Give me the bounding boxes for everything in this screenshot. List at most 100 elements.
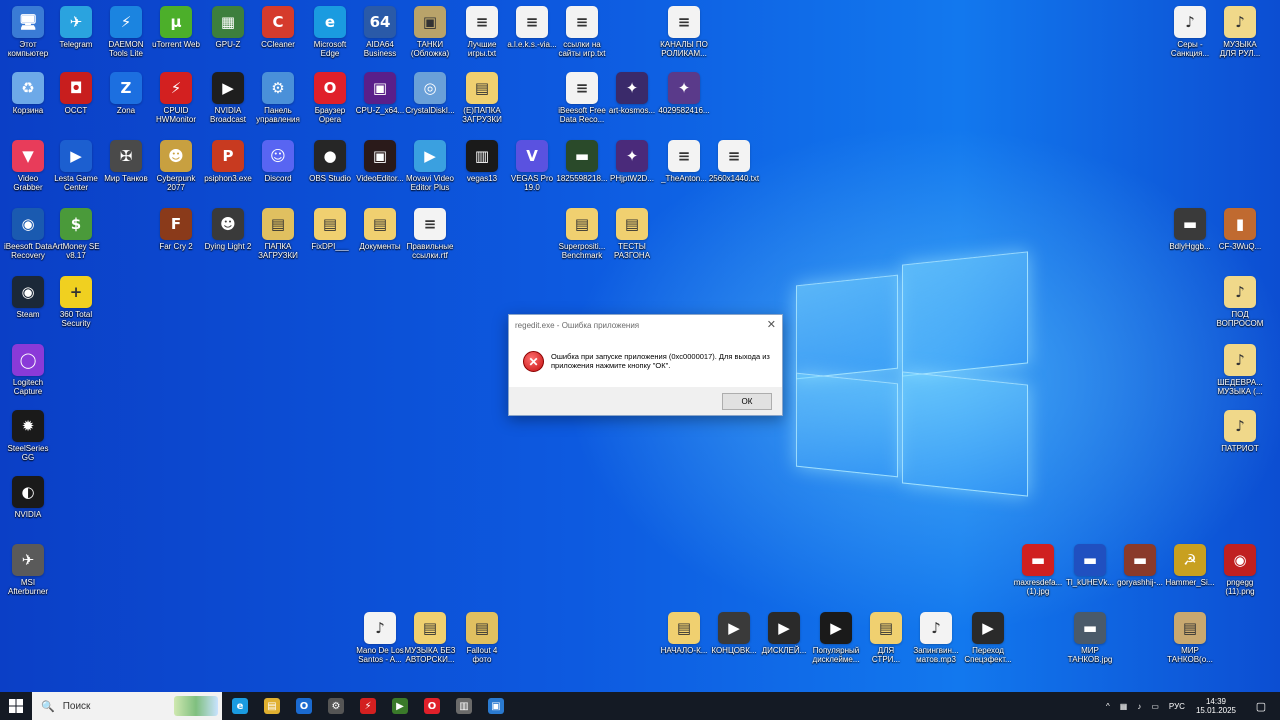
desktop-icon-superposition[interactable]: ▤ Superpositi... Benchmark — [554, 208, 610, 260]
taskbar-app-settings[interactable]: ⚙ — [320, 692, 352, 720]
taskbar-search-box[interactable]: 🔍 Поиск — [32, 692, 222, 720]
desktop-icon-ibeesoft-free[interactable]: ≡ iBeesoft Free Data Reco... — [554, 72, 610, 124]
taskbar-clock[interactable]: 14:39 15.01.2025 — [1190, 697, 1242, 715]
taskbar-app-printer[interactable]: ▥ — [448, 692, 480, 720]
taskbar-app-opera[interactable]: O — [416, 692, 448, 720]
desktop-icon-opera[interactable]: O Браузер Opera — [302, 72, 358, 124]
start-button[interactable] — [0, 692, 32, 720]
network-icon[interactable]: ▦ — [1115, 702, 1133, 711]
desktop-icon-logitech[interactable]: ◯ Logitech Capture — [0, 344, 56, 396]
desktop-icon-steelseries[interactable]: ✹ SteelSeries GG — [0, 410, 56, 462]
desktop-icon-the-anton[interactable]: ≡ _TheAnton... — [656, 140, 712, 183]
desktop-icon-artmoney[interactable]: $ ArtMoney SE v8.17 — [48, 208, 104, 260]
desktop-icon-best-games[interactable]: ≡ Лучшие игры.txt — [454, 6, 510, 58]
volume-icon[interactable]: ♪ — [1132, 702, 1146, 711]
taskbar-app-cpuid[interactable]: ⚡ — [352, 692, 384, 720]
desktop-icon-telegram[interactable]: ✈ Telegram — [48, 6, 104, 49]
desktop-icon-nvidia-broadcast[interactable]: ▶ NVIDIA Broadcast — [200, 72, 256, 124]
desktop-icon-shedevry[interactable]: ♪ ШЕДЕВРА... МУЗЫКА (... — [1212, 344, 1268, 396]
desktop-icon-fixdpi[interactable]: ▤ FixDPI___ — [302, 208, 358, 251]
desktop-icon-zapingvin[interactable]: ♪ Запингвин... матов.mp3 — [908, 612, 964, 664]
desktop-icon-aida64[interactable]: 64 AIDA64 Business — [352, 6, 408, 58]
desktop-icon-maxresdefault[interactable]: ▬ maxresdefa... (1).jpg — [1010, 544, 1066, 596]
desktop-icon-sery[interactable]: ♪ Серы - Санкция... — [1162, 6, 1218, 58]
desktop-icon-disklei[interactable]: ▶ ДИСКЛЕЙ... — [756, 612, 812, 655]
desktop-icon-img-4029[interactable]: ✦ 4029582416... — [656, 72, 712, 115]
desktop-icon-gpu-z[interactable]: ▦ GPU-Z — [200, 6, 256, 49]
desktop-icon-game-links[interactable]: ≡ ссылки на сайты игр.txt — [554, 6, 610, 58]
desktop-icon-music-no-copyright[interactable]: ▤ МУЗЫКА БЕЗ АВТОРСКИ... — [402, 612, 458, 664]
desktop-icon-movavi[interactable]: ▶ Movavi Video Editor Plus — [402, 140, 458, 192]
desktop-icon-mano-de-los[interactable]: ♪ Mano De Los Santos - A... — [352, 612, 408, 664]
desktop-icon-patriot[interactable]: ♪ ПАТРИОТ — [1212, 410, 1268, 453]
desktop-icon-channels[interactable]: ≡ КАНАЛЫ ПО РОЛИКАМ... — [656, 6, 712, 58]
desktop-icon-perehod[interactable]: ▶ Переход Спецэфект... — [960, 612, 1016, 664]
desktop-icon-cyberpunk[interactable]: ☻ Cyberpunk 2077 — [148, 140, 204, 192]
desktop-icon-koncovka[interactable]: ▶ КОНЦОВК... — [706, 612, 762, 655]
img-4029-icon: ✦ — [668, 72, 700, 104]
desktop-icon-img-1825[interactable]: ▬ 1825598218... — [554, 140, 610, 183]
desktop-icon-cpu-z[interactable]: ▣ CPU-Z_x64... — [352, 72, 408, 115]
desktop-icon-discord[interactable]: ☺ Discord — [250, 140, 306, 183]
desktop-icon-obs[interactable]: ● OBS Studio — [302, 140, 358, 183]
taskbar-app-nvidia-broadcast[interactable]: ▶ — [384, 692, 416, 720]
ok-button[interactable]: ОК — [722, 393, 772, 410]
desktop-icon-art-kosmos[interactable]: ✦ art-kosmos... — [604, 72, 660, 115]
desktop-icon-dlya-strim[interactable]: ▤ ДЛЯ СТРИ... — [858, 612, 914, 664]
desktop-icon-edge[interactable]: e Microsoft Edge — [302, 6, 358, 58]
desktop-icon-lesta[interactable]: ▶ Lesta Game Center — [48, 140, 104, 192]
desktop-icon-popular-disclaimer[interactable]: ▶ Популярный дисклейме... — [808, 612, 864, 664]
desktop-icon-videoeditor[interactable]: ▣ VideoEditor... — [352, 140, 408, 183]
notification-icon[interactable]: ▢ — [1242, 700, 1280, 713]
desktop-icon-360-security[interactable]: +360 Total Security — [48, 276, 104, 328]
taskbar-app-edge[interactable]: e — [224, 692, 256, 720]
desktop-icon-correct-links[interactable]: ≡ Правильные ссылки.rtf — [402, 208, 458, 260]
desktop-icon-label: CCleaner — [261, 40, 295, 49]
desktop-icon-msi-afterburner[interactable]: ✈ MSI Afterburner — [0, 544, 56, 596]
desktop-icon-zona[interactable]: Z Zona — [98, 72, 154, 115]
desktop-icon-control-panel[interactable]: ⚙ Панель управления — [250, 72, 306, 124]
desktop-icon-mir-tankov-jpg[interactable]: ▬ МИР ТАНКОВ.jpg — [1062, 612, 1118, 664]
desktop-icon-label: МИР ТАНКОВ.jpg — [1067, 646, 1113, 664]
desktop-icon-music-wheel[interactable]: ♪ МУЗЫКА ДЛЯ РУЛ... — [1212, 6, 1268, 58]
desktop-icon-tl-kuhevk[interactable]: ▬ Tl_kUHEVk... — [1062, 544, 1118, 587]
desktop-icon-mir-tankov[interactable]: ✠ Мир Танков — [98, 140, 154, 183]
desktop-icon-pod-voprosom[interactable]: ♪ ПОД ВОПРОСОМ — [1212, 276, 1268, 328]
desktop-icon-documents[interactable]: ▤ Документы — [352, 208, 408, 251]
desktop-icon-fallout4[interactable]: ▤ Fallout 4 фото — [454, 612, 510, 664]
desktop-icon-downloads-folder[interactable]: ▤ (E)ПАПКА ЗАГРУЗКИ — [454, 72, 510, 124]
desktop-icon-alek-txt[interactable]: ≡ a.l.e.k.s.-via... — [504, 6, 560, 49]
desktop-icon-nachalo[interactable]: ▤ НАЧАЛО-К... — [656, 612, 712, 655]
taskbar-app-explorer[interactable]: ▤ — [256, 692, 288, 720]
desktop-icon-img-phipt[interactable]: ✦ PHjptW2D... — [604, 140, 660, 183]
desktop-icon-overclock-tests[interactable]: ▤ ТЕСТЫ РАЗГОНА — [604, 208, 660, 260]
desktop-icon-occt[interactable]: ◘ OCCT — [48, 72, 104, 115]
desktop-icon-label: Microsoft Edge — [313, 40, 347, 58]
desktop-icon-goryashhij[interactable]: ▬ goryashhij-... — [1112, 544, 1168, 587]
battery-icon[interactable]: ▭ — [1146, 702, 1164, 711]
desktop-icon-hammer-si[interactable]: ☭ Hammer_Si... — [1162, 544, 1218, 587]
desktop-icon-mir-tankov-o[interactable]: ▤ МИР ТАНКОВ(о... — [1162, 612, 1218, 664]
desktop-icon-bdlyhggb[interactable]: ▬ BdlyHggb... — [1162, 208, 1218, 251]
desktop-icon-papka-zagruzki[interactable]: ▤ ПАПКА ЗАГРУЗКИ — [250, 208, 306, 260]
desktop-icon-nvidia[interactable]: ◐ NVIDIA — [0, 476, 56, 519]
desktop-icon-psiphon[interactable]: Ppsiphon3.exe — [200, 140, 256, 183]
tray-chevron-icon[interactable]: ^ — [1101, 702, 1115, 711]
desktop-icon-daemon-tools[interactable]: ⚡ DAEMON Tools Lite — [98, 6, 154, 58]
desktop-icon-farcry2[interactable]: F Far Cry 2 — [148, 208, 204, 251]
desktop-icon-tanki[interactable]: ▣ ТАНКИ (Обложка) — [402, 6, 458, 58]
desktop-icon-pngegg[interactable]: ◉ pngegg (11).png — [1212, 544, 1268, 596]
desktop-icon-vegas13[interactable]: ▥ vegas13 — [454, 140, 510, 183]
desktop-icon-utorrent[interactable]: µ uTorrent Web — [148, 6, 204, 49]
language-indicator[interactable]: РУС — [1164, 702, 1190, 711]
close-icon[interactable]: ✕ — [767, 318, 776, 331]
desktop-icon-cpuid[interactable]: ⚡ CPUID HWMonitor — [148, 72, 204, 124]
desktop-icon-cf-3wuq[interactable]: ▮ CF-3WuQ... — [1212, 208, 1268, 251]
taskbar-app-notepad[interactable]: ▣ — [480, 692, 512, 720]
taskbar-app-outlook[interactable]: O — [288, 692, 320, 720]
desktop-icon-txt-2560[interactable]: ≡ 2560x1440.txt — [706, 140, 762, 183]
desktop-icon-crystaldisk[interactable]: ◎ CrystalDiskI... — [402, 72, 458, 115]
desktop-icon-dying-light[interactable]: ☻ Dying Light 2 — [200, 208, 256, 251]
desktop-icon-vegas19[interactable]: V VEGAS Pro 19.0 — [504, 140, 560, 192]
desktop-icon-ccleaner[interactable]: C CCleaner — [250, 6, 306, 49]
